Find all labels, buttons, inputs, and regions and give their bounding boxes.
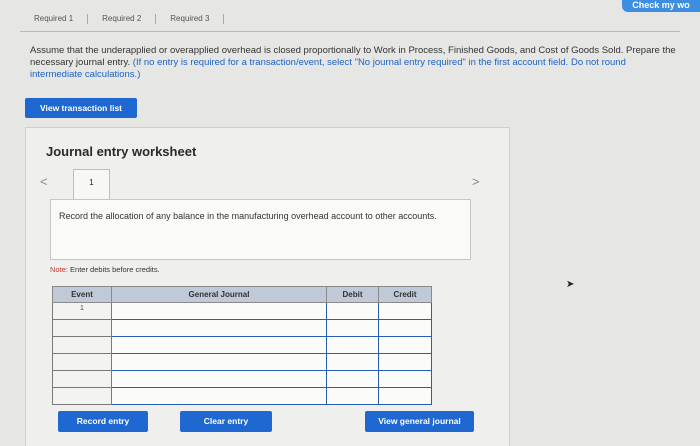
instructions: Assume that the underapplied or overappl… bbox=[30, 45, 680, 81]
debit-input[interactable] bbox=[326, 353, 379, 371]
account-input[interactable] bbox=[111, 370, 327, 388]
entry-description: Record the allocation of any balance in … bbox=[50, 199, 471, 260]
view-general-journal-button[interactable]: View general journal bbox=[365, 411, 474, 432]
note-text: Enter debits before credits. bbox=[67, 265, 160, 274]
note: Note: Enter debits before credits. bbox=[50, 265, 160, 274]
table-row bbox=[52, 387, 432, 405]
event-cell bbox=[52, 319, 112, 337]
record-entry-button[interactable]: Record entry bbox=[58, 411, 148, 432]
worksheet-page-tab[interactable]: 1 bbox=[73, 169, 110, 199]
table-row bbox=[52, 319, 432, 337]
tab-required-1[interactable]: Required 1 bbox=[20, 14, 89, 24]
credit-input[interactable] bbox=[378, 336, 432, 354]
mouse-cursor-icon: ➤ bbox=[566, 279, 575, 290]
account-input[interactable] bbox=[111, 353, 327, 371]
debit-input[interactable] bbox=[326, 336, 379, 354]
tab-required-3[interactable]: Required 3 bbox=[156, 14, 225, 24]
header-divider bbox=[20, 31, 680, 32]
credit-input[interactable] bbox=[378, 302, 432, 320]
event-cell bbox=[52, 353, 112, 371]
table-row bbox=[52, 336, 432, 354]
account-input[interactable] bbox=[111, 319, 327, 337]
worksheet-title: Journal entry worksheet bbox=[46, 144, 197, 159]
account-input[interactable] bbox=[111, 336, 327, 354]
view-transaction-list-button[interactable]: View transaction list bbox=[25, 98, 137, 118]
debit-input[interactable] bbox=[326, 387, 379, 405]
check-my-work-button[interactable]: Check my wo bbox=[622, 0, 700, 12]
account-input[interactable] bbox=[111, 302, 327, 320]
table-row: 1 bbox=[52, 302, 432, 320]
credit-input[interactable] bbox=[378, 387, 432, 405]
debit-input[interactable] bbox=[326, 370, 379, 388]
clear-entry-button[interactable]: Clear entry bbox=[180, 411, 272, 432]
requirement-tabs: Required 1 Required 2 Required 3 bbox=[20, 14, 225, 28]
credit-input[interactable] bbox=[378, 353, 432, 371]
event-header: Event bbox=[52, 286, 112, 303]
tab-required-2[interactable]: Required 2 bbox=[88, 14, 157, 24]
chevron-right-icon[interactable]: > bbox=[472, 174, 480, 189]
debit-header: Debit bbox=[326, 286, 379, 303]
account-input[interactable] bbox=[111, 387, 327, 405]
table-row bbox=[52, 353, 432, 371]
chevron-left-icon[interactable]: < bbox=[40, 174, 48, 189]
general-journal-header: General Journal bbox=[111, 286, 327, 303]
event-cell bbox=[52, 336, 112, 354]
table-row bbox=[52, 370, 432, 388]
credit-input[interactable] bbox=[378, 370, 432, 388]
credit-input[interactable] bbox=[378, 319, 432, 337]
debit-input[interactable] bbox=[326, 302, 379, 320]
event-cell bbox=[52, 387, 112, 405]
event-cell bbox=[52, 370, 112, 388]
credit-header: Credit bbox=[378, 286, 432, 303]
debit-input[interactable] bbox=[326, 319, 379, 337]
note-label: Note: bbox=[50, 265, 68, 274]
event-cell: 1 bbox=[52, 302, 112, 320]
journal-entry-table: Event General Journal Debit Credit 1 bbox=[52, 286, 432, 405]
